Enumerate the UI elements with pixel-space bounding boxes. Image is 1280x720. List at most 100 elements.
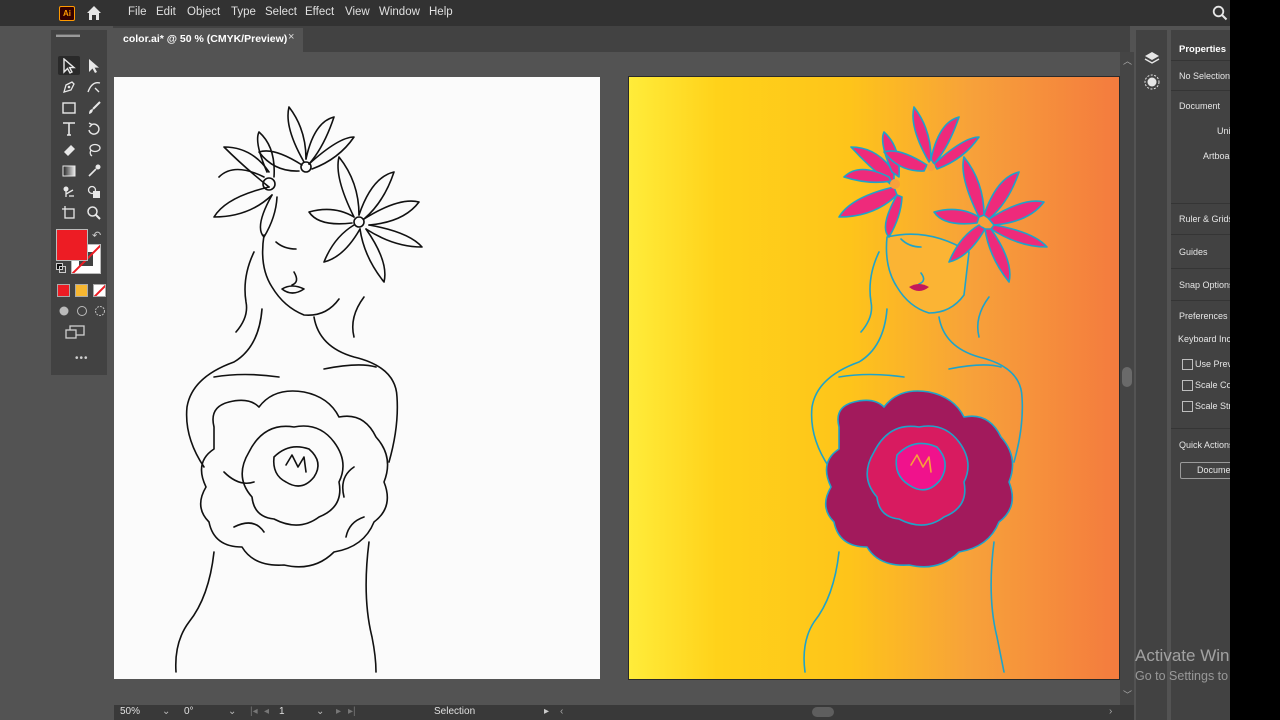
document-tab[interactable]: color.ai* @ 50 % (CMYK/Preview) ×: [113, 28, 303, 52]
artboard-line-art[interactable]: [114, 77, 600, 679]
headpiece-flower-right: [308, 156, 423, 283]
use-preview-bounds-checkbox[interactable]: [1182, 359, 1193, 370]
nose: [291, 271, 298, 286]
status-menu-icon[interactable]: ▸: [544, 706, 549, 717]
scroll-down-icon[interactable]: ﹀: [1123, 688, 1132, 701]
artboard-number-field[interactable]: 1: [279, 706, 285, 717]
keyboard-increment-label: Keyboard Inc: [1178, 334, 1230, 344]
scroll-up-icon[interactable]: ︿: [1123, 54, 1132, 67]
menu-object[interactable]: Object: [187, 6, 220, 18]
menu-help[interactable]: Help: [429, 6, 453, 18]
type-tool-icon[interactable]: [58, 119, 80, 138]
collarbones: [213, 364, 377, 378]
pen-tool-icon[interactable]: [58, 77, 80, 96]
eraser-tool-icon[interactable]: [58, 140, 80, 159]
panel-icon-strip: [1136, 30, 1167, 720]
menu-bar: Ai File Edit Object Type Select Effect V…: [0, 0, 1230, 26]
scroll-left-icon[interactable]: ‹: [560, 706, 563, 717]
panel-divider: [1171, 90, 1230, 91]
rectangle-tool-icon[interactable]: [58, 98, 80, 117]
artboard-tool-icon[interactable]: [58, 203, 80, 222]
layers-icon[interactable]: [1144, 50, 1160, 66]
snap-options-section[interactable]: Snap Options: [1179, 280, 1230, 290]
draw-normal-icon[interactable]: [57, 305, 71, 317]
torso-right: [365, 541, 377, 673]
close-tab-icon[interactable]: ×: [288, 31, 294, 43]
menu-view[interactable]: View: [345, 6, 370, 18]
direct-selection-tool-icon[interactable]: [83, 56, 105, 75]
artboard-colored[interactable]: [628, 76, 1120, 680]
guides-section[interactable]: Guides: [1179, 247, 1208, 257]
first-artboard-icon[interactable]: |◂: [250, 706, 258, 717]
menu-effect[interactable]: Effect: [305, 6, 334, 18]
search-icon[interactable]: [1212, 5, 1228, 21]
swap-fill-stroke-icon[interactable]: ↶: [92, 229, 101, 242]
puppet-warp-tool-icon[interactable]: [58, 182, 80, 201]
torso-left: [174, 551, 215, 673]
document-section-heading: Document: [1179, 101, 1221, 111]
hair-left: [235, 251, 255, 333]
default-fill-stroke-icon[interactable]: [56, 263, 66, 273]
scale-corners-label: Scale Cor: [1195, 380, 1230, 390]
toolbar-grip-icon[interactable]: ▬▬▬: [56, 30, 80, 39]
horizontal-scroll-thumb[interactable]: [812, 707, 834, 717]
menu-window[interactable]: Window: [379, 6, 420, 18]
document-setup-button[interactable]: Docume: [1180, 462, 1230, 479]
gradient-tool-icon[interactable]: [58, 161, 80, 180]
lips: [281, 285, 305, 294]
home-icon[interactable]: [85, 4, 103, 22]
vertical-scroll-thumb[interactable]: [1122, 367, 1132, 387]
fill-swatch[interactable]: [56, 229, 88, 261]
paintbrush-tool-icon[interactable]: [83, 98, 105, 117]
eyedropper-tool-icon[interactable]: [83, 161, 105, 180]
shape-builder-tool-icon[interactable]: [83, 182, 105, 201]
edit-toolbar-icon[interactable]: •••: [75, 353, 89, 364]
hair-right: [351, 296, 365, 338]
scale-corners-checkbox[interactable]: [1182, 380, 1193, 391]
canvas-area[interactable]: [114, 52, 1120, 705]
left-shoulder: [185, 308, 263, 468]
artboard-dropdown-icon[interactable]: ⌄: [316, 706, 324, 717]
appearance-icon[interactable]: [1144, 74, 1160, 90]
scroll-right-icon[interactable]: ›: [1109, 706, 1112, 717]
last-artboard-icon[interactable]: ▸|: [348, 706, 356, 717]
artboard-label: Artboa: [1203, 151, 1230, 161]
panel-divider: [1171, 268, 1230, 269]
next-artboard-icon[interactable]: ▸: [336, 706, 341, 717]
properties-panel-title[interactable]: Properties: [1179, 44, 1226, 55]
preferences-section-heading: Preferences: [1179, 311, 1228, 321]
units-label: Uni: [1217, 126, 1230, 136]
panel-divider: [1171, 203, 1230, 204]
right-shoulder: [313, 316, 399, 463]
menu-file[interactable]: File: [128, 6, 147, 18]
zoom-level-field[interactable]: 50%: [120, 706, 140, 717]
rotation-dropdown-icon[interactable]: ⌄: [228, 706, 236, 717]
gradient-mode-swatch[interactable]: [75, 284, 88, 297]
activate-windows-watermark: Activate Win: [1135, 646, 1230, 665]
vertical-scrollbar[interactable]: ︿ ﹀: [1120, 52, 1134, 705]
no-selection-label: No Selection: [1179, 71, 1230, 81]
scale-strokes-checkbox[interactable]: [1182, 401, 1193, 412]
panel-divider: [1171, 300, 1230, 301]
screen-margin: [1230, 0, 1280, 720]
menu-select[interactable]: Select: [265, 6, 297, 18]
zoom-tool-icon[interactable]: [83, 203, 105, 222]
panel-divider: [1171, 60, 1230, 61]
rotation-field[interactable]: 0°: [184, 706, 194, 717]
previous-artboard-icon[interactable]: ◂: [264, 706, 269, 717]
draw-behind-icon[interactable]: [75, 305, 89, 317]
closed-eye: [275, 241, 297, 250]
menu-edit[interactable]: Edit: [156, 6, 176, 18]
menu-type[interactable]: Type: [231, 6, 256, 18]
curvature-tool-icon[interactable]: [83, 77, 105, 96]
ruler-grids-section[interactable]: Ruler & Grids: [1179, 214, 1230, 224]
selection-tool-icon[interactable]: [58, 56, 80, 75]
none-mode-swatch[interactable]: [93, 284, 106, 297]
draw-inside-icon[interactable]: [93, 305, 107, 317]
color-mode-swatch[interactable]: [57, 284, 70, 297]
change-screen-mode-icon[interactable]: [64, 322, 86, 341]
lasso-tool-icon[interactable]: [83, 140, 105, 159]
activate-windows-subtext: Go to Settings to: [1135, 669, 1229, 683]
rotate-tool-icon[interactable]: [83, 119, 105, 138]
zoom-dropdown-icon[interactable]: ⌄: [162, 706, 170, 717]
